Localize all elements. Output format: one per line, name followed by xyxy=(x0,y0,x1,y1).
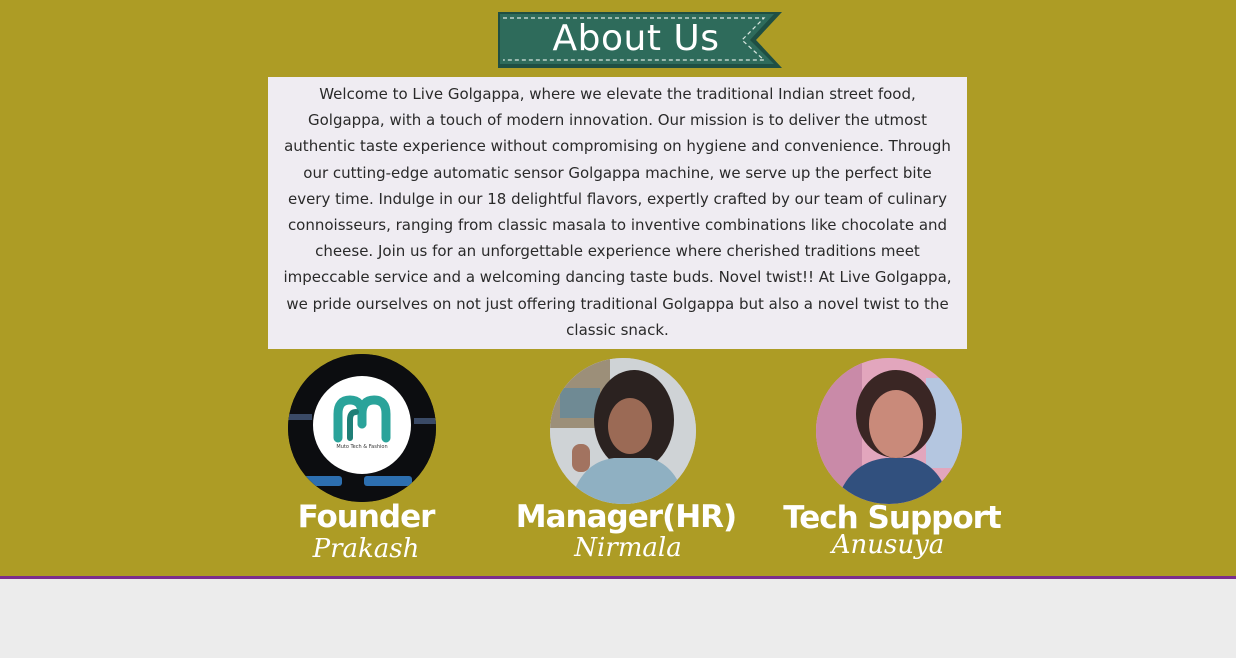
tech-support-avatar xyxy=(816,358,962,504)
about-description: Welcome to Live Golgappa, where we eleva… xyxy=(283,85,952,339)
tech-support-photo xyxy=(816,358,962,504)
manager-avatar xyxy=(550,358,696,504)
founder-avatar: Muto Tech & Fashion xyxy=(288,354,436,502)
founder-role: Founder xyxy=(297,499,436,535)
tech-support-name: Anusuya xyxy=(831,530,945,560)
about-text-box: Welcome to Live Golgappa, where we eleva… xyxy=(268,77,967,349)
founder-logo-backdrop xyxy=(288,354,436,502)
founder-name: Prakash xyxy=(312,534,420,564)
manager-name: Nirmala xyxy=(574,533,682,563)
about-section: About Us Welcome to Live Golgappa, where… xyxy=(0,0,1236,576)
manager-photo xyxy=(550,358,696,504)
about-heading-ribbon: About Us xyxy=(498,12,782,68)
page-title: About Us xyxy=(552,17,720,59)
manager-role: Manager(HR) xyxy=(515,499,737,535)
founder-logo-caption: Muto Tech & Fashion xyxy=(336,444,388,450)
section-divider xyxy=(0,576,1236,579)
